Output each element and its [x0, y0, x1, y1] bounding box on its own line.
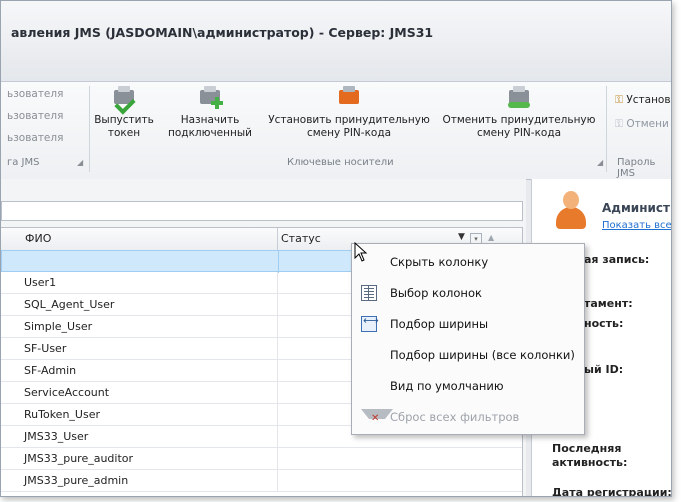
assign-connected-button[interactable]: Назначить подключенный: [159, 86, 261, 140]
password-icon: ⚿: [615, 118, 623, 130]
detail-label-id: ый ID:: [584, 363, 624, 376]
menu-item-hide-column[interactable]: Скрыть колонку: [352, 248, 584, 276]
menu-item-label: Подбор ширины (все колонки): [390, 348, 575, 362]
column-divider[interactable]: [277, 228, 278, 250]
row-status-cell: [277, 272, 278, 294]
row-fio-cell: SF-User: [24, 342, 67, 355]
dialog-launcher-icon[interactable]: ◢: [597, 158, 603, 167]
menu-item-best-fit[interactable]: Подбор ширины: [352, 310, 584, 338]
row-status-cell: [277, 316, 278, 338]
row-fio-cell: JMS33_pure_admin: [24, 474, 129, 487]
menu-item-label: Подбор ширины: [390, 317, 489, 331]
column-chooser-icon: [361, 285, 377, 301]
table-row[interactable]: JMS33_pure_auditor: [1, 448, 522, 470]
ribbon-group-label-password: Пароль JMS: [617, 157, 656, 179]
menu-item-label: Вид по умолчанию: [390, 379, 504, 393]
title-bar: авления JMS (JASDOMAIN\администратор) - …: [1, 1, 671, 81]
menu-item-default-view[interactable]: Вид по умолчанию: [352, 372, 584, 400]
best-fit-icon: [361, 314, 379, 332]
menu-item-label: Выбор колонок: [390, 286, 482, 300]
row-fio-cell: ServiceAccount: [24, 386, 110, 399]
user-avatar-icon: [554, 191, 588, 231]
ribbon-user-item-1[interactable]: ьзователя: [7, 88, 63, 101]
row-status-cell: [277, 404, 278, 426]
detail-label-account: ая запись:: [584, 253, 650, 266]
set-jms-password-button[interactable]: ⚿ Установ: [615, 94, 671, 107]
app-window: авления JMS (JASDOMAIN\администратор) - …: [0, 0, 672, 497]
issue-token-button[interactable]: Выпустить токен: [93, 86, 155, 140]
ribbon-group-label-keys: Ключевые носители: [287, 157, 394, 168]
token-pin-cancel-icon: [505, 86, 533, 110]
column-context-menu: Скрыть колонку Выбор колонок Подбор ширины…: [351, 243, 585, 435]
row-fio-cell: User1: [24, 276, 57, 289]
detail-label-registration-date: Дата регистрации:: [552, 486, 672, 497]
row-status-cell: [277, 382, 278, 404]
window-title: авления JMS (JASDOMAIN\администратор) - …: [11, 25, 434, 40]
token-pin-set-icon: [335, 86, 363, 110]
scroll-up-icon[interactable]: ▲: [488, 233, 494, 242]
row-fio-cell: Simple_User: [24, 320, 93, 333]
token-check-icon: [110, 86, 138, 115]
search-input[interactable]: [1, 201, 523, 221]
row-status-cell: [277, 470, 278, 492]
row-fio-cell: JMS33_User: [24, 430, 89, 443]
row-status-cell: [277, 294, 278, 316]
row-fio-cell: SQL_Agent_User: [24, 298, 115, 311]
row-status-cell: [277, 448, 278, 470]
cancel-pin-change-button[interactable]: Отменить принудительную смену PIN-кода: [439, 86, 599, 140]
show-all-link[interactable]: Показать все а: [602, 220, 671, 231]
ribbon-group-separator: [606, 86, 607, 172]
cancel-jms-password-button[interactable]: ⚿ Отмени: [615, 118, 669, 131]
detail-label-department: тамент:: [584, 297, 633, 310]
password-icon: ⚿: [615, 94, 623, 106]
menu-item-label: Скрыть колонку: [390, 255, 489, 269]
row-status-cell: [277, 426, 278, 448]
column-header-fio[interactable]: ФИО: [25, 232, 51, 245]
table-row[interactable]: JMS33_pure_admin: [1, 470, 522, 492]
row-status-cell: [277, 360, 278, 382]
detail-label-position: ность:: [584, 317, 624, 330]
menu-item-best-fit-all[interactable]: Подбор ширины (все колонки): [352, 341, 584, 369]
row-fio-cell: JMS33_pure_auditor: [24, 452, 134, 465]
menu-item-column-chooser[interactable]: Выбор колонок: [352, 279, 584, 307]
force-pin-change-button[interactable]: Установить принудительную смену PIN-кода: [265, 86, 433, 140]
menu-item-clear-filters[interactable]: ✕ Сброс всех фильтров: [352, 403, 584, 431]
row-status-cell: [278, 251, 279, 273]
ribbon-user-item-2[interactable]: ьзователя: [7, 110, 63, 123]
ribbon-user-item-3[interactable]: ьзователя: [7, 132, 63, 145]
row-fio-cell: RuToken_User: [24, 408, 100, 421]
dialog-launcher-icon[interactable]: ◢: [77, 158, 83, 167]
ribbon-group-label-jms: га JMS: [7, 157, 40, 168]
detail-label-last-activity: Последняя активность:: [552, 442, 628, 469]
token-add-icon: [196, 86, 224, 110]
remove-icon: ✕: [371, 413, 380, 424]
row-status-cell: [277, 338, 278, 360]
row-fio-cell: SF-Admin: [24, 364, 77, 377]
ribbon: ьзователя ьзователя ьзователя га JMS ◢ В…: [1, 81, 671, 180]
ribbon-group-separator: [89, 86, 90, 172]
column-header-status[interactable]: Статус: [281, 232, 321, 245]
menu-item-label: Сброс всех фильтров: [390, 410, 520, 424]
sort-down-icon[interactable]: ▼: [458, 232, 465, 242]
user-display-name: Администра: [602, 201, 671, 215]
